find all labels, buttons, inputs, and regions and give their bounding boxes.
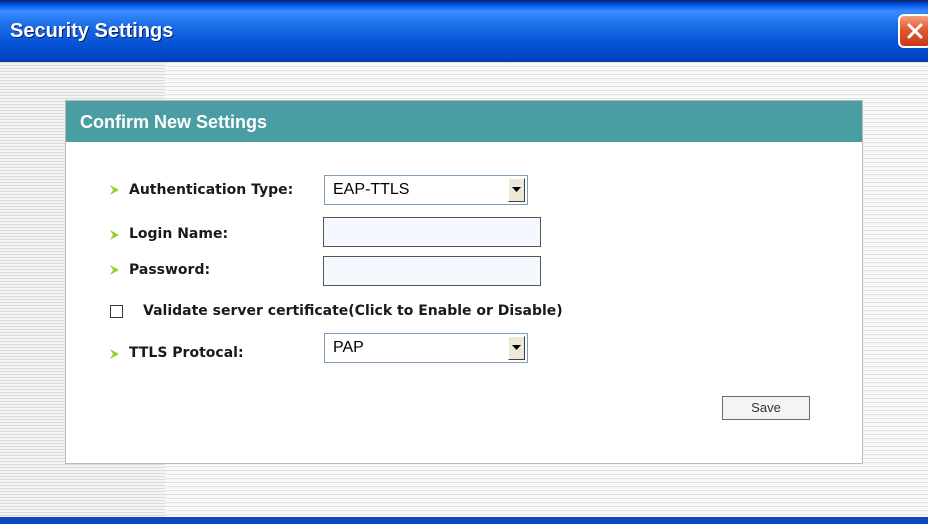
chevron-down-icon xyxy=(512,345,521,350)
login-name-label: Login Name: xyxy=(129,226,229,242)
panel-title: Confirm New Settings xyxy=(80,112,268,132)
close-button[interactable] xyxy=(898,14,928,48)
password-label: Password: xyxy=(129,262,211,278)
bullet-arrow-icon xyxy=(110,265,119,275)
authentication-type-select[interactable]: EAP-TTLS xyxy=(324,175,528,205)
validate-certificate-label[interactable]: Validate server certificate(Click to Ena… xyxy=(143,303,563,319)
security-settings-window: Security Settings Confirm New Settings A… xyxy=(0,0,928,524)
authentication-type-value: EAP-TTLS xyxy=(333,181,410,198)
login-name-field[interactable] xyxy=(323,217,541,247)
chevron-down-icon xyxy=(512,187,521,192)
dropdown-button[interactable] xyxy=(508,336,525,360)
bullet-arrow-icon xyxy=(110,230,119,240)
validate-certificate-checkbox[interactable] xyxy=(110,305,123,318)
ttls-protocol-value: PAP xyxy=(333,339,364,356)
authentication-type-label: Authentication Type: xyxy=(129,182,294,198)
ttls-protocol-label: TTLS Protocal: xyxy=(129,345,244,361)
window-bottom-border xyxy=(0,517,928,524)
window-title: Security Settings xyxy=(10,20,174,42)
close-icon xyxy=(907,23,923,39)
password-field[interactable] xyxy=(323,256,541,286)
panel-header: Confirm New Settings xyxy=(66,101,862,142)
dropdown-button[interactable] xyxy=(508,178,525,202)
title-bar[interactable]: Security Settings xyxy=(0,0,928,62)
save-button[interactable]: Save xyxy=(722,396,810,420)
ttls-protocol-select[interactable]: PAP xyxy=(324,333,528,363)
bullet-arrow-icon xyxy=(110,185,119,195)
bullet-arrow-icon xyxy=(110,349,119,359)
